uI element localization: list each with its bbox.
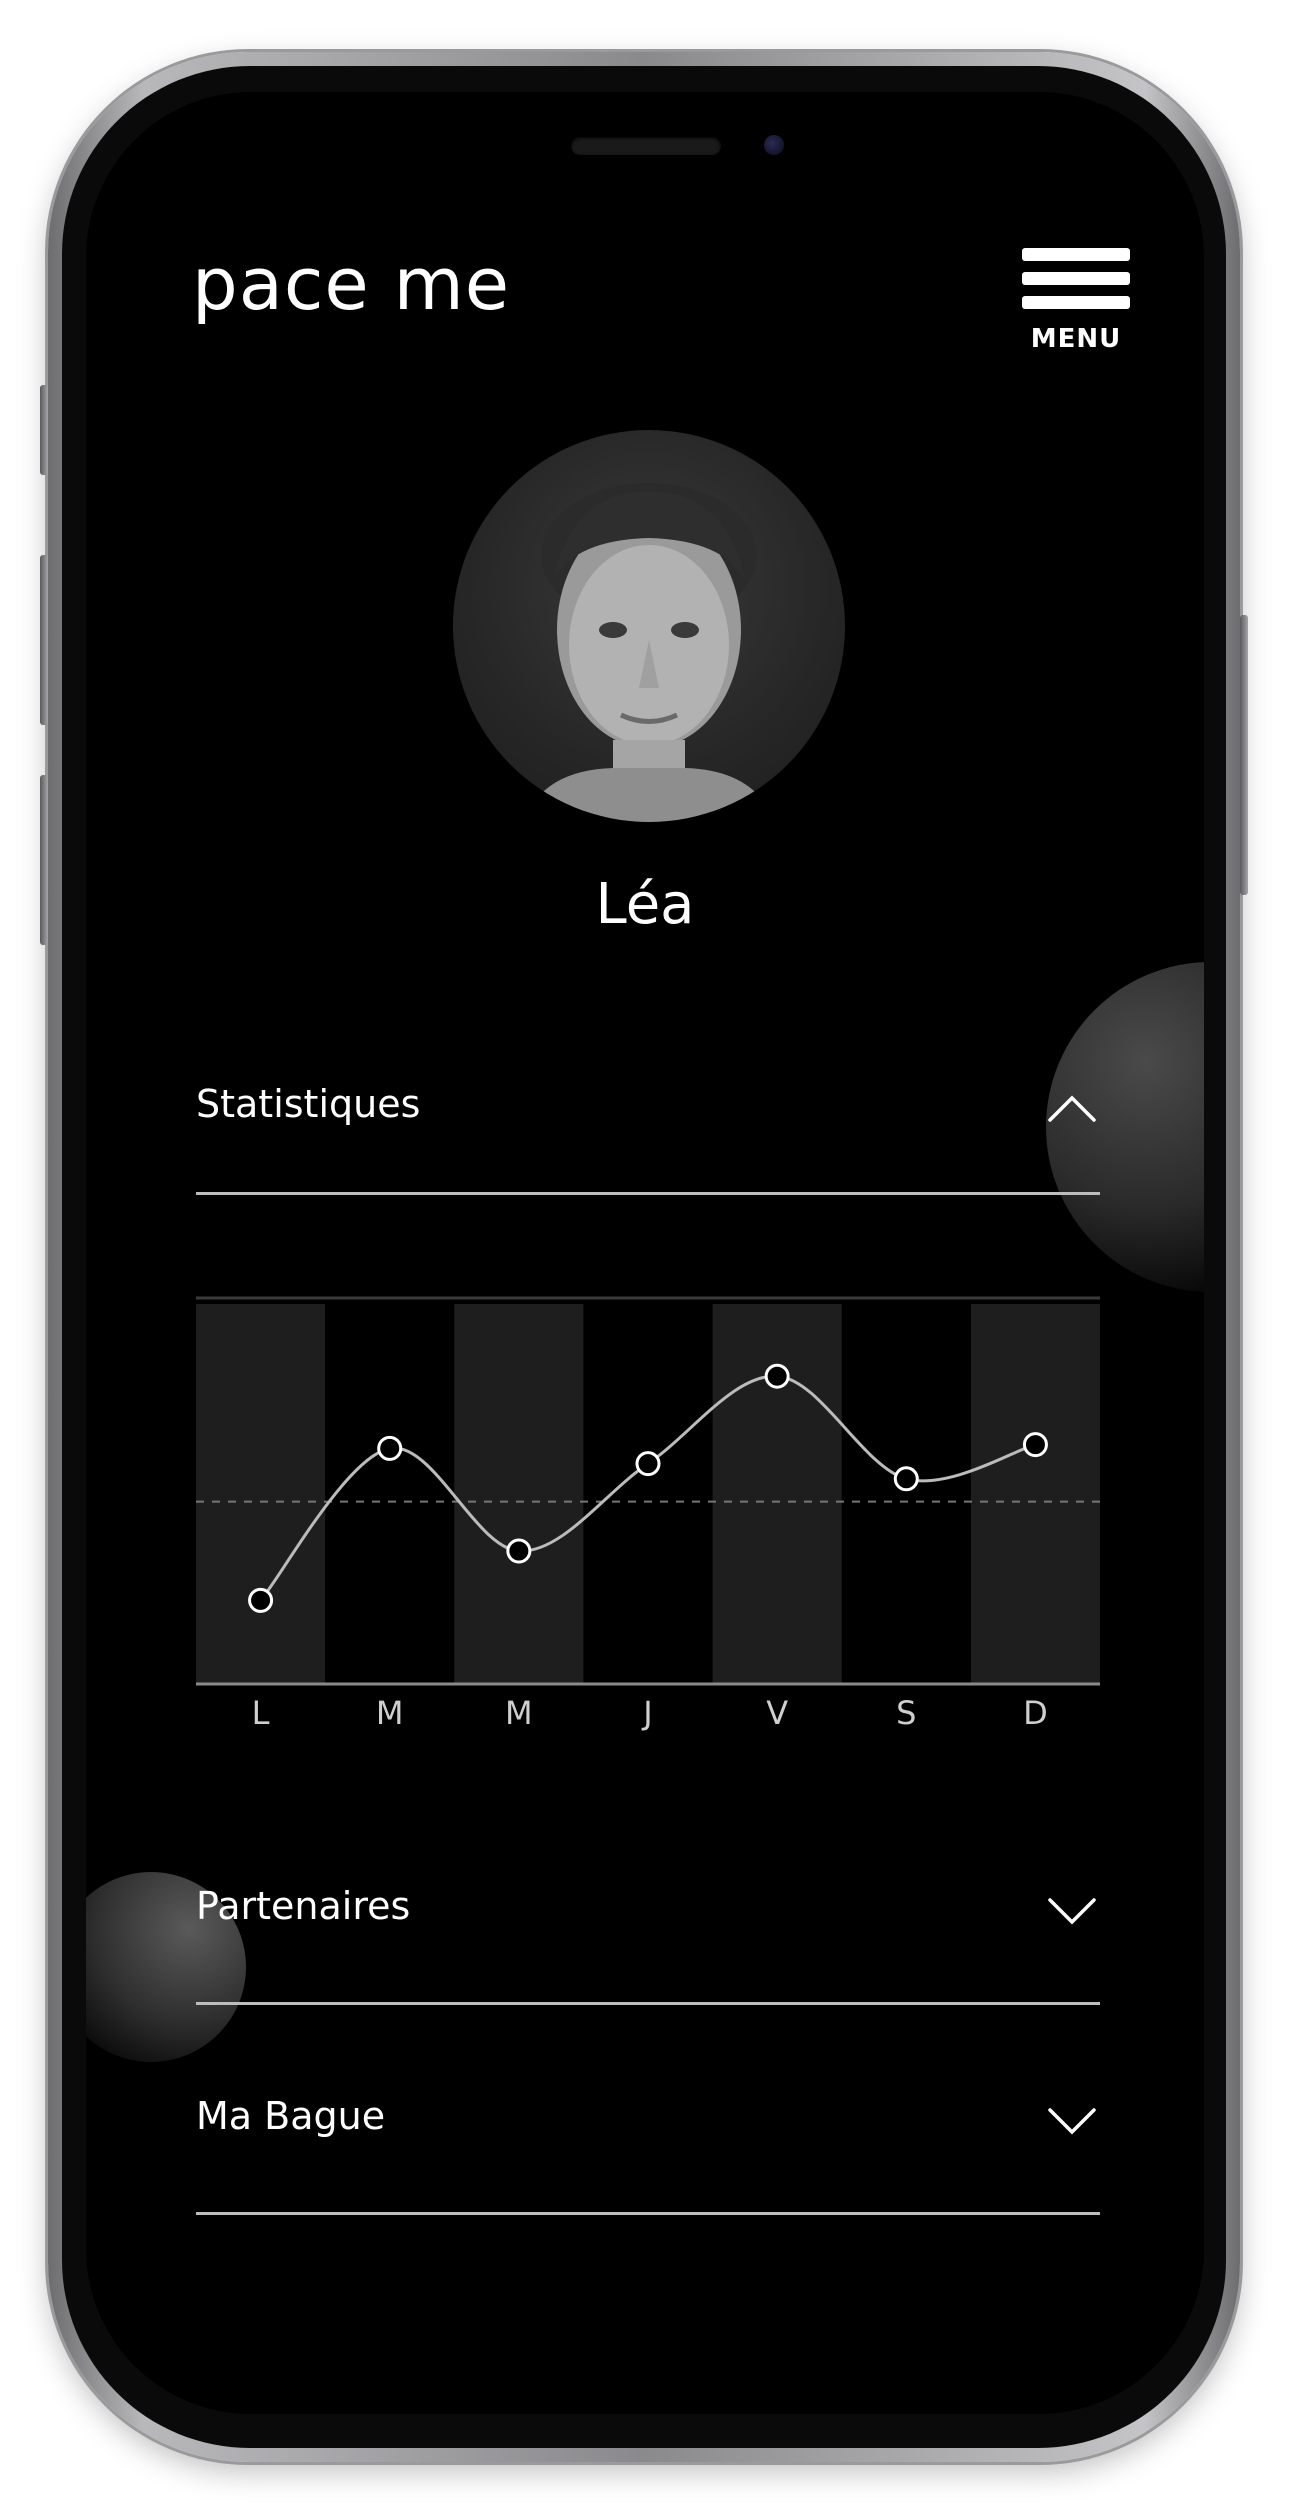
user-portrait-icon [523, 483, 775, 822]
hamburger-icon-bar [1022, 248, 1130, 261]
chart-data-point [506, 1538, 532, 1564]
volume-up-button [40, 555, 48, 725]
chart-day-band [454, 1304, 584, 1684]
chart-x-tick-label: L [252, 1694, 270, 1732]
chart-x-tick-label: V [766, 1694, 788, 1732]
chart-data-point [248, 1587, 274, 1613]
hamburger-icon-bar [1022, 296, 1130, 309]
mute-switch [40, 385, 48, 475]
chart-data-point [635, 1451, 661, 1477]
app-screen: pace me MENU Léa Statistiques L M M J V S D Pa… [86, 92, 1204, 2414]
section-divider [196, 2002, 1100, 2005]
section-statistiques[interactable]: Statistiques [196, 1060, 1100, 1160]
front-camera [764, 135, 784, 155]
chart-day-band [196, 1304, 326, 1684]
chart-x-tick-label: D [1023, 1694, 1048, 1732]
chart-x-tick-label: M [376, 1694, 404, 1732]
section-partenaires[interactable]: Partenaires [196, 1862, 1100, 1962]
chevron-down-icon[interactable] [1044, 2092, 1100, 2148]
volume-down-button [40, 775, 48, 945]
menu-button[interactable]: MENU [1022, 248, 1132, 358]
chart-data-point [893, 1466, 919, 1492]
section-divider [196, 2212, 1100, 2215]
section-divider [196, 1192, 1100, 1195]
brand-logo: pace me [192, 242, 511, 326]
hamburger-icon-bar [1022, 272, 1130, 285]
section-label-partenaires: Partenaires [196, 1884, 411, 1928]
weekly-stats-chart: LMMJVSD [196, 1296, 1100, 1732]
power-button [1240, 615, 1248, 895]
section-ma-bague[interactable]: Ma Bague [196, 2072, 1100, 2172]
menu-label: MENU [1030, 324, 1122, 354]
chart-x-tick-label: M [505, 1694, 533, 1732]
chevron-up-icon[interactable] [1044, 1080, 1100, 1136]
chart-data-point [1022, 1432, 1048, 1458]
chart-day-band [712, 1304, 842, 1684]
chart-series-line [259, 1374, 1036, 1602]
section-label-statistiques: Statistiques [196, 1082, 421, 1126]
user-name: Léa [595, 872, 695, 937]
section-label-ma-bague: Ma Bague [196, 2094, 386, 2138]
earpiece-speaker [571, 137, 721, 155]
chart-x-tick-label: S [896, 1694, 916, 1732]
chart-data-point [377, 1435, 403, 1461]
chart-day-band [970, 1304, 1100, 1684]
chevron-down-icon[interactable] [1044, 1882, 1100, 1938]
chart-data-point [764, 1363, 790, 1389]
chart-x-tick-label: J [641, 1694, 652, 1732]
avatar [453, 430, 845, 822]
